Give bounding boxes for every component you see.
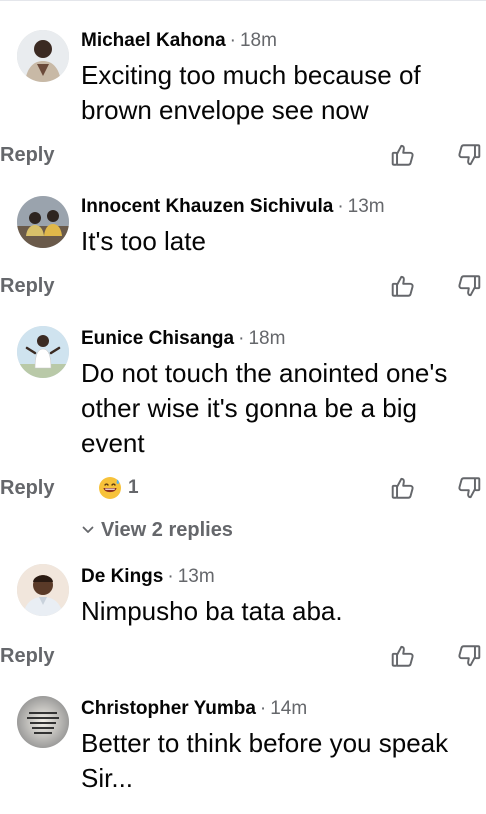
timestamp[interactable]: 13m <box>178 566 215 587</box>
dislike-icon[interactable] <box>456 643 482 669</box>
timestamp[interactable]: 13m <box>348 196 385 217</box>
author-name[interactable]: Michael Kahona <box>81 30 226 51</box>
author-name[interactable]: Christopher Yumba <box>81 698 256 719</box>
separator-dot: · <box>229 30 236 51</box>
comment-actions: Reply <box>0 641 486 671</box>
view-replies-label: View 2 replies <box>101 518 233 541</box>
author-name[interactable]: Eunice Chisanga <box>81 328 234 349</box>
dislike-icon[interactable] <box>456 142 482 168</box>
reply-button[interactable]: Reply <box>0 473 54 503</box>
author-name[interactable]: Innocent Khauzen Sichivula <box>81 196 333 217</box>
dislike-icon[interactable] <box>456 475 482 501</box>
comment-header: Innocent Khauzen Sichivula · 13m <box>81 194 474 220</box>
comment-text: Nimpusho ba tata aba. <box>81 596 343 626</box>
separator-dot: · <box>167 566 174 587</box>
timestamp[interactable]: 18m <box>248 328 285 349</box>
comment-actions: Reply <box>0 140 486 170</box>
comment-header: Christopher Yumba · 14m <box>81 696 474 722</box>
timestamp[interactable]: 14m <box>270 698 307 719</box>
grinning-sweat-emoji-icon <box>99 477 121 499</box>
avatar[interactable] <box>17 326 69 378</box>
reaction-summary[interactable]: 1 <box>98 475 139 501</box>
reply-button[interactable]: Reply <box>0 271 54 301</box>
avatar[interactable] <box>17 564 69 616</box>
like-icon[interactable] <box>390 142 416 168</box>
like-icon[interactable] <box>390 643 416 669</box>
comment-header: De Kings · 13m <box>81 564 474 590</box>
comment-header: Michael Kahona · 18m <box>81 28 474 54</box>
avatar[interactable] <box>17 196 69 248</box>
dislike-icon[interactable] <box>456 273 482 299</box>
separator-dot: · <box>337 196 344 217</box>
reply-button[interactable]: Reply <box>0 140 54 170</box>
author-name[interactable]: De Kings <box>81 566 163 587</box>
avatar[interactable] <box>17 696 69 748</box>
top-divider <box>0 0 486 1</box>
reply-button[interactable]: Reply <box>0 641 54 671</box>
view-replies-button[interactable]: View 2 replies <box>81 515 233 545</box>
comment-text: Better to think before you speak Sir... <box>81 728 449 793</box>
chevron-down-icon <box>82 526 94 533</box>
separator-dot: · <box>259 698 267 719</box>
separator-dot: · <box>238 328 245 349</box>
like-icon[interactable] <box>390 273 416 299</box>
comment-actions: Reply <box>0 271 486 301</box>
reaction-count: 1 <box>128 477 139 498</box>
comment-text: Do not touch the anointed one's other wi… <box>81 358 448 458</box>
comment-header: Eunice Chisanga · 18m <box>81 326 474 352</box>
comment-actions: Reply 1 <box>0 473 486 503</box>
timestamp[interactable]: 18m <box>240 30 277 51</box>
comment-text: Exciting too much because of brown envel… <box>81 60 421 125</box>
avatar[interactable] <box>17 30 69 82</box>
like-icon[interactable] <box>390 475 416 501</box>
comment-text: It's too late <box>81 226 206 256</box>
